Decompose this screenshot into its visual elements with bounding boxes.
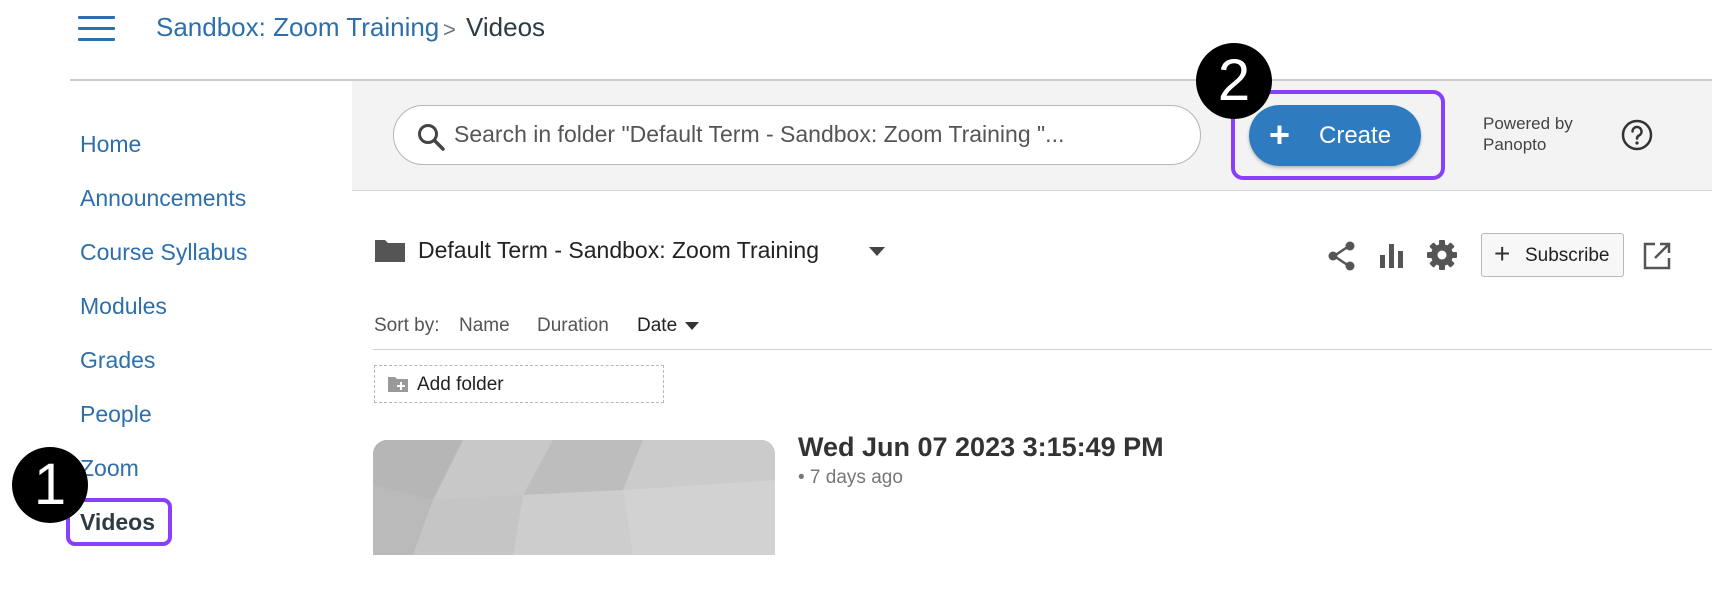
add-folder-icon <box>388 377 408 392</box>
sort-option-duration[interactable]: Duration <box>537 315 609 337</box>
open-external-icon[interactable] <box>1642 241 1672 271</box>
folder-dropdown-icon[interactable] <box>869 247 885 256</box>
sort-label: Sort by: <box>374 315 440 336</box>
search-input[interactable]: Search in folder "Default Term - Sandbox… <box>393 105 1201 165</box>
help-circle-icon[interactable] <box>1621 119 1653 151</box>
powered-by-panopto: Powered by Panopto <box>1483 113 1603 155</box>
create-button[interactable]: + Create <box>1249 105 1421 166</box>
powered-by-line2: Panopto <box>1483 135 1547 154</box>
add-folder-button[interactable]: Add folder <box>374 365 664 403</box>
nav-item-course-syllabus[interactable]: Course Syllabus <box>80 239 247 266</box>
stats-icon[interactable] <box>1378 241 1406 269</box>
create-button-label: Create <box>1319 122 1392 149</box>
video-age: • 7 days ago <box>798 467 903 488</box>
settings-icon[interactable] <box>1426 239 1458 271</box>
subscribe-button[interactable]: + Subscribe <box>1481 233 1624 277</box>
step-badge-1: 1 <box>12 447 88 523</box>
add-folder-label: Add folder <box>417 374 504 395</box>
nav-item-people[interactable]: People <box>80 401 152 428</box>
sort-divider <box>373 349 1712 350</box>
nav-item-home[interactable]: Home <box>80 131 141 158</box>
plus-icon: + <box>1494 238 1511 269</box>
breadcrumb-course-link[interactable]: Sandbox: Zoom Training <box>156 12 439 43</box>
search-placeholder: Search in folder "Default Term - Sandbox… <box>454 121 1065 147</box>
video-thumbnail[interactable] <box>373 440 775 555</box>
powered-by-line1: Powered by <box>1483 114 1573 133</box>
sort-direction-icon[interactable] <box>685 322 699 330</box>
hamburger-menu-icon[interactable] <box>78 14 116 44</box>
nav-item-zoom[interactable]: Zoom <box>80 455 139 482</box>
sort-option-date[interactable]: Date <box>637 315 677 337</box>
breadcrumb-current-page: Videos <box>466 12 546 42</box>
breadcrumb-separator: > <box>443 17 456 42</box>
plus-icon: + <box>1269 114 1291 155</box>
folder-icon <box>375 240 405 262</box>
sort-option-name[interactable]: Name <box>459 315 510 337</box>
search-icon <box>418 124 445 151</box>
video-title[interactable]: Wed Jun 07 2023 3:15:49 PM <box>798 432 1164 463</box>
nav-item-modules[interactable]: Modules <box>80 293 167 320</box>
share-icon[interactable] <box>1327 240 1357 272</box>
nav-item-grades[interactable]: Grades <box>80 347 155 374</box>
subscribe-button-label: Subscribe <box>1525 245 1610 266</box>
nav-item-announcements[interactable]: Announcements <box>80 185 246 212</box>
nav-item-videos-label: Videos <box>80 509 155 535</box>
thumbnail-pattern <box>373 440 775 555</box>
folder-name[interactable]: Default Term - Sandbox: Zoom Training <box>418 237 819 264</box>
step-badge-2: 2 <box>1196 43 1272 119</box>
